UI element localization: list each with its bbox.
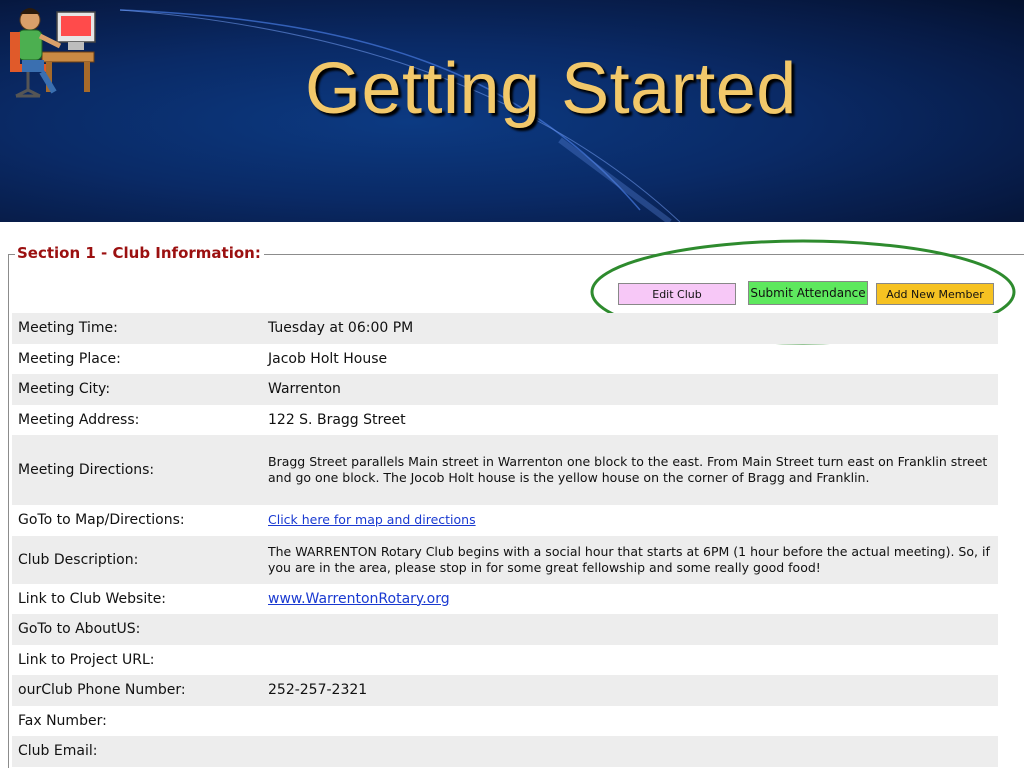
table-row: Meeting Directions: Bragg Street paralle… [12, 435, 998, 505]
table-row: Club Description: The WARRENTON Rotary C… [12, 535, 998, 584]
row-label: Link to Club Website: [18, 590, 167, 607]
table-row: Meeting City: Warrenton [12, 374, 998, 405]
row-label: Meeting Time: [12, 313, 262, 344]
club-website-link[interactable]: www.WarrentonRotary.org [268, 591, 450, 607]
table-row: Club Email: [12, 736, 998, 767]
person-at-computer-icon [2, 2, 100, 102]
table-row: Link to Club Website: www.WarrentonRotar… [12, 584, 998, 615]
row-value: Jacob Holt House [268, 350, 388, 367]
map-directions-link[interactable]: Click here for map and directions [268, 512, 476, 527]
row-value [262, 614, 998, 645]
table-row: Fax Number: [12, 706, 998, 737]
table-row: GoTo to AboutUS: [12, 614, 998, 645]
row-label: ourClub Phone Number: [12, 675, 262, 706]
table-row: GoTo to Map/Directions: Click here for m… [12, 505, 998, 536]
row-value [262, 736, 998, 767]
row-label: Meeting Directions: [12, 435, 262, 505]
table-row: Meeting Address: 122 S. Bragg Street [12, 405, 998, 436]
row-label: Fax Number: [18, 712, 107, 729]
row-label: Meeting City: [12, 374, 262, 405]
row-value: The WARRENTON Rotary Club begins with a … [262, 535, 998, 584]
table-row: Meeting Place: Jacob Holt House [12, 344, 998, 375]
section-legend: Section 1 - Club Information: [15, 244, 264, 262]
fieldset-border-left [8, 254, 9, 768]
row-value: Bragg Street parallels Main street in Wa… [262, 435, 998, 505]
row-label: Club Email: [12, 736, 262, 767]
table-row: ourClub Phone Number: 252-257-2321 [12, 675, 998, 706]
slide-header: Getting Started [0, 0, 1024, 222]
row-value [262, 645, 998, 676]
table-row: Meeting Time: Tuesday at 06:00 PM [12, 313, 998, 344]
row-value [262, 706, 998, 737]
club-info-table: Meeting Time: Tuesday at 06:00 PM Meetin… [12, 313, 998, 767]
row-label: Club Description: [12, 535, 262, 584]
table-row: Link to Project URL: [12, 645, 998, 676]
row-value: Warrenton [262, 374, 998, 405]
row-label: Meeting Address: [18, 411, 140, 428]
row-value: 122 S. Bragg Street [268, 411, 406, 428]
row-value: 252-257-2321 [262, 675, 998, 706]
row-label: GoTo to Map/Directions: [18, 512, 185, 529]
row-value: Tuesday at 06:00 PM [262, 313, 998, 344]
slide-title: Getting Started [305, 49, 797, 129]
row-label: GoTo to AboutUS: [12, 614, 262, 645]
row-label: Link to Project URL: [18, 651, 155, 668]
row-label: Meeting Place: [18, 350, 121, 367]
